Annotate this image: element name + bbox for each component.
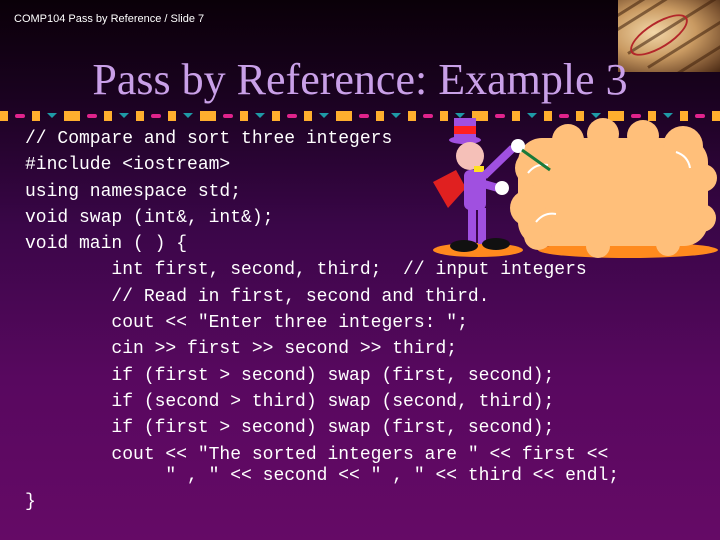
deco-dash bbox=[87, 114, 97, 118]
deco-triangle bbox=[255, 113, 265, 118]
deco-square bbox=[408, 111, 416, 121]
slide-header-label: COMP104 Pass by Reference / Slide 7 bbox=[14, 13, 205, 25]
code-line: cin >> first >> second >> third; bbox=[25, 339, 458, 360]
deco-dash bbox=[287, 114, 297, 118]
deco-dash bbox=[359, 114, 369, 118]
deco-dash bbox=[15, 114, 25, 118]
deco-square bbox=[64, 111, 80, 121]
code-line: cout << "The sorted integers are " << fi… bbox=[25, 444, 609, 465]
deco-square bbox=[304, 111, 312, 121]
deco-square bbox=[376, 111, 384, 121]
deco-dash bbox=[151, 114, 161, 118]
deco-square bbox=[168, 111, 176, 121]
deco-square bbox=[0, 111, 8, 121]
deco-triangle bbox=[319, 113, 329, 118]
deco-square bbox=[200, 111, 216, 121]
deco-triangle bbox=[391, 113, 401, 118]
deco-triangle bbox=[183, 113, 193, 118]
deco-triangle bbox=[47, 113, 57, 118]
code-line: } bbox=[25, 491, 36, 512]
code-line: cout << "Enter three integers: "; bbox=[25, 313, 468, 334]
code-line: " , " << second << " , " << third << end… bbox=[25, 465, 620, 486]
magician-clipart-icon bbox=[433, 118, 718, 258]
code-line: if (second > third) swap (second, third)… bbox=[25, 391, 555, 412]
deco-square bbox=[240, 111, 248, 121]
deco-square bbox=[336, 111, 352, 121]
deco-triangle bbox=[119, 113, 129, 118]
code-line: int first, second, third; // input integ… bbox=[25, 260, 587, 281]
slide-title: Pass by Reference: Example 3 bbox=[92, 55, 628, 104]
deco-square bbox=[32, 111, 40, 121]
code-line: if (first > second) swap (first, second)… bbox=[25, 418, 555, 439]
code-line: // Read in first, second and third. bbox=[25, 286, 490, 307]
deco-dash bbox=[223, 114, 233, 118]
deco-square bbox=[136, 111, 144, 121]
deco-square bbox=[272, 111, 280, 121]
deco-square bbox=[104, 111, 112, 121]
code-line: if (first > second) swap (first, second)… bbox=[25, 365, 555, 386]
